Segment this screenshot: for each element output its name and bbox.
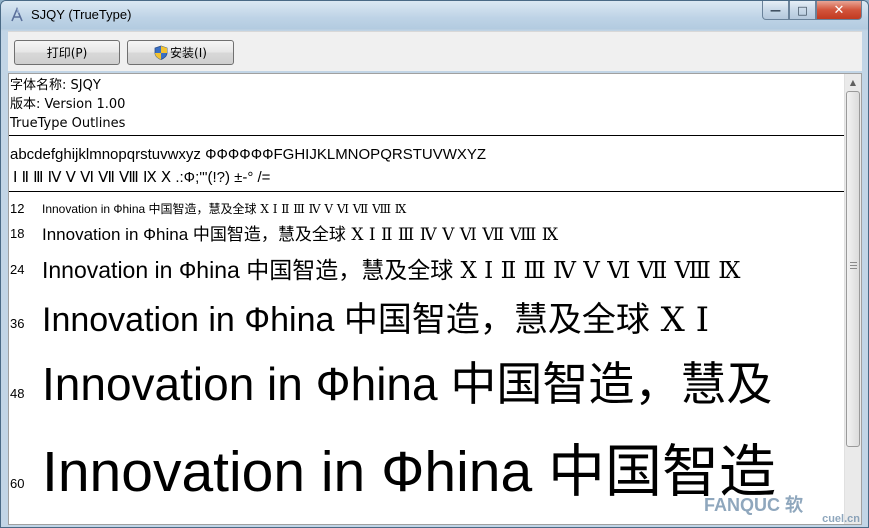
charset-line-2: Ⅰ Ⅱ Ⅲ Ⅳ Ⅴ Ⅵ Ⅶ Ⅷ Ⅸ Ⅹ .:Ф;'"(!?) ±-° /=	[13, 169, 271, 186]
sample-cjk: 中国智造，慧及全球 Ⅹ Ⅰ Ⅱ Ⅲ Ⅳ Ⅴ Ⅵ Ⅶ Ⅷ Ⅸ	[192, 225, 559, 245]
sample-cjk: 中国智造，慧及全球 Ⅹ Ⅰ	[343, 300, 710, 340]
maximize-icon: □	[797, 3, 808, 17]
charset-line-1: abcdefghijklmnopqrstuvwxyz ФФФФФФFGHIJKL…	[10, 146, 487, 163]
sample-size-label: 36	[10, 316, 25, 331]
sample-size-label: 24	[10, 262, 25, 277]
sample-text: Innovation in Фhina 中国智造，慧及全球 Ⅹ Ⅰ Ⅱ Ⅲ Ⅳ …	[42, 251, 740, 285]
sample-latin: Innovation in Фhina	[42, 440, 549, 504]
sample-row-60: 60 Innovation in Фhina 中国智造	[9, 416, 846, 505]
sample-size-label: 18	[10, 226, 25, 241]
font-version-line: 版本: Version 1.00	[10, 97, 126, 112]
watermark-main-text: FANQUC 软	[704, 495, 803, 515]
sample-text: Innovation in Фhina 中国智造，慧及全球 Ⅹ Ⅰ Ⅱ Ⅲ Ⅳ …	[42, 220, 558, 245]
font-viewer-window: SJQY (TrueType) — □ ✕ 打印(P) 安装(I) 字体名称: …	[0, 0, 869, 528]
sample-row-48: 48 Innovation in Фhina 中国智造，慧及	[9, 342, 846, 422]
watermark-logo: FANQUC 软 cuel.cn	[704, 489, 864, 525]
sample-latin: Innovation in Фhina	[42, 257, 247, 283]
scroll-up-arrow-icon[interactable]: ▲	[845, 74, 861, 91]
sample-text: Innovation in Фhina 中国智造，慧及全球 Ⅹ Ⅰ	[42, 292, 709, 341]
window-controls: — □ ✕	[762, 1, 862, 21]
preview-scroll-area[interactable]: 字体名称: SJQY 版本: Version 1.00 TrueType Out…	[9, 74, 846, 524]
sample-cjk: 中国智造，慧及	[450, 357, 773, 411]
sample-latin: Innovation in Фhina	[42, 225, 193, 244]
minimize-button[interactable]: —	[762, 1, 789, 20]
scrollbar-thumb[interactable]	[846, 91, 860, 447]
install-button-label: 安装(I)	[170, 46, 207, 60]
window-title: SJQY (TrueType)	[31, 7, 132, 22]
title-bar[interactable]: SJQY (TrueType) — □ ✕	[1, 1, 868, 29]
maximize-button[interactable]: □	[789, 1, 816, 20]
font-name-line: 字体名称: SJQY	[10, 78, 101, 93]
sample-text: Innovation in Фhina 中国智造，慧及	[42, 348, 772, 414]
print-button[interactable]: 打印(P)	[14, 40, 120, 65]
font-app-icon	[11, 7, 23, 22]
sample-size-label: 60	[10, 476, 25, 491]
install-button[interactable]: 安装(I)	[127, 40, 234, 65]
print-button-label: 打印(P)	[46, 46, 88, 60]
uac-shield-icon	[154, 45, 168, 60]
font-preview-pane: 字体名称: SJQY 版本: Version 1.00 TrueType Out…	[8, 73, 862, 525]
divider	[9, 191, 846, 192]
sample-text: Innovation in Фhina 中国智造	[42, 426, 776, 508]
toolbar: 打印(P) 安装(I)	[8, 31, 862, 71]
scroll-grip-icon	[850, 262, 857, 271]
minimize-icon: —	[770, 3, 781, 17]
font-info: 字体名称: SJQY 版本: Version 1.00 TrueType Out…	[10, 76, 125, 133]
vertical-scrollbar[interactable]: ▲	[844, 74, 861, 524]
close-button[interactable]: ✕	[816, 1, 862, 20]
sample-size-label: 48	[10, 386, 25, 401]
divider	[9, 135, 846, 136]
sample-latin: Innovation in Фhina	[42, 301, 344, 339]
sample-latin: Innovation in Фhina	[42, 358, 451, 410]
watermark-sub-text: cuel.cn	[822, 513, 860, 525]
close-icon: ✕	[833, 2, 845, 18]
font-outline-line: TrueType Outlines	[10, 116, 126, 131]
sample-cjk: 中国智造，慧及全球 Ⅹ Ⅰ Ⅱ Ⅲ Ⅳ Ⅴ Ⅵ Ⅶ Ⅷ Ⅸ	[246, 258, 741, 284]
